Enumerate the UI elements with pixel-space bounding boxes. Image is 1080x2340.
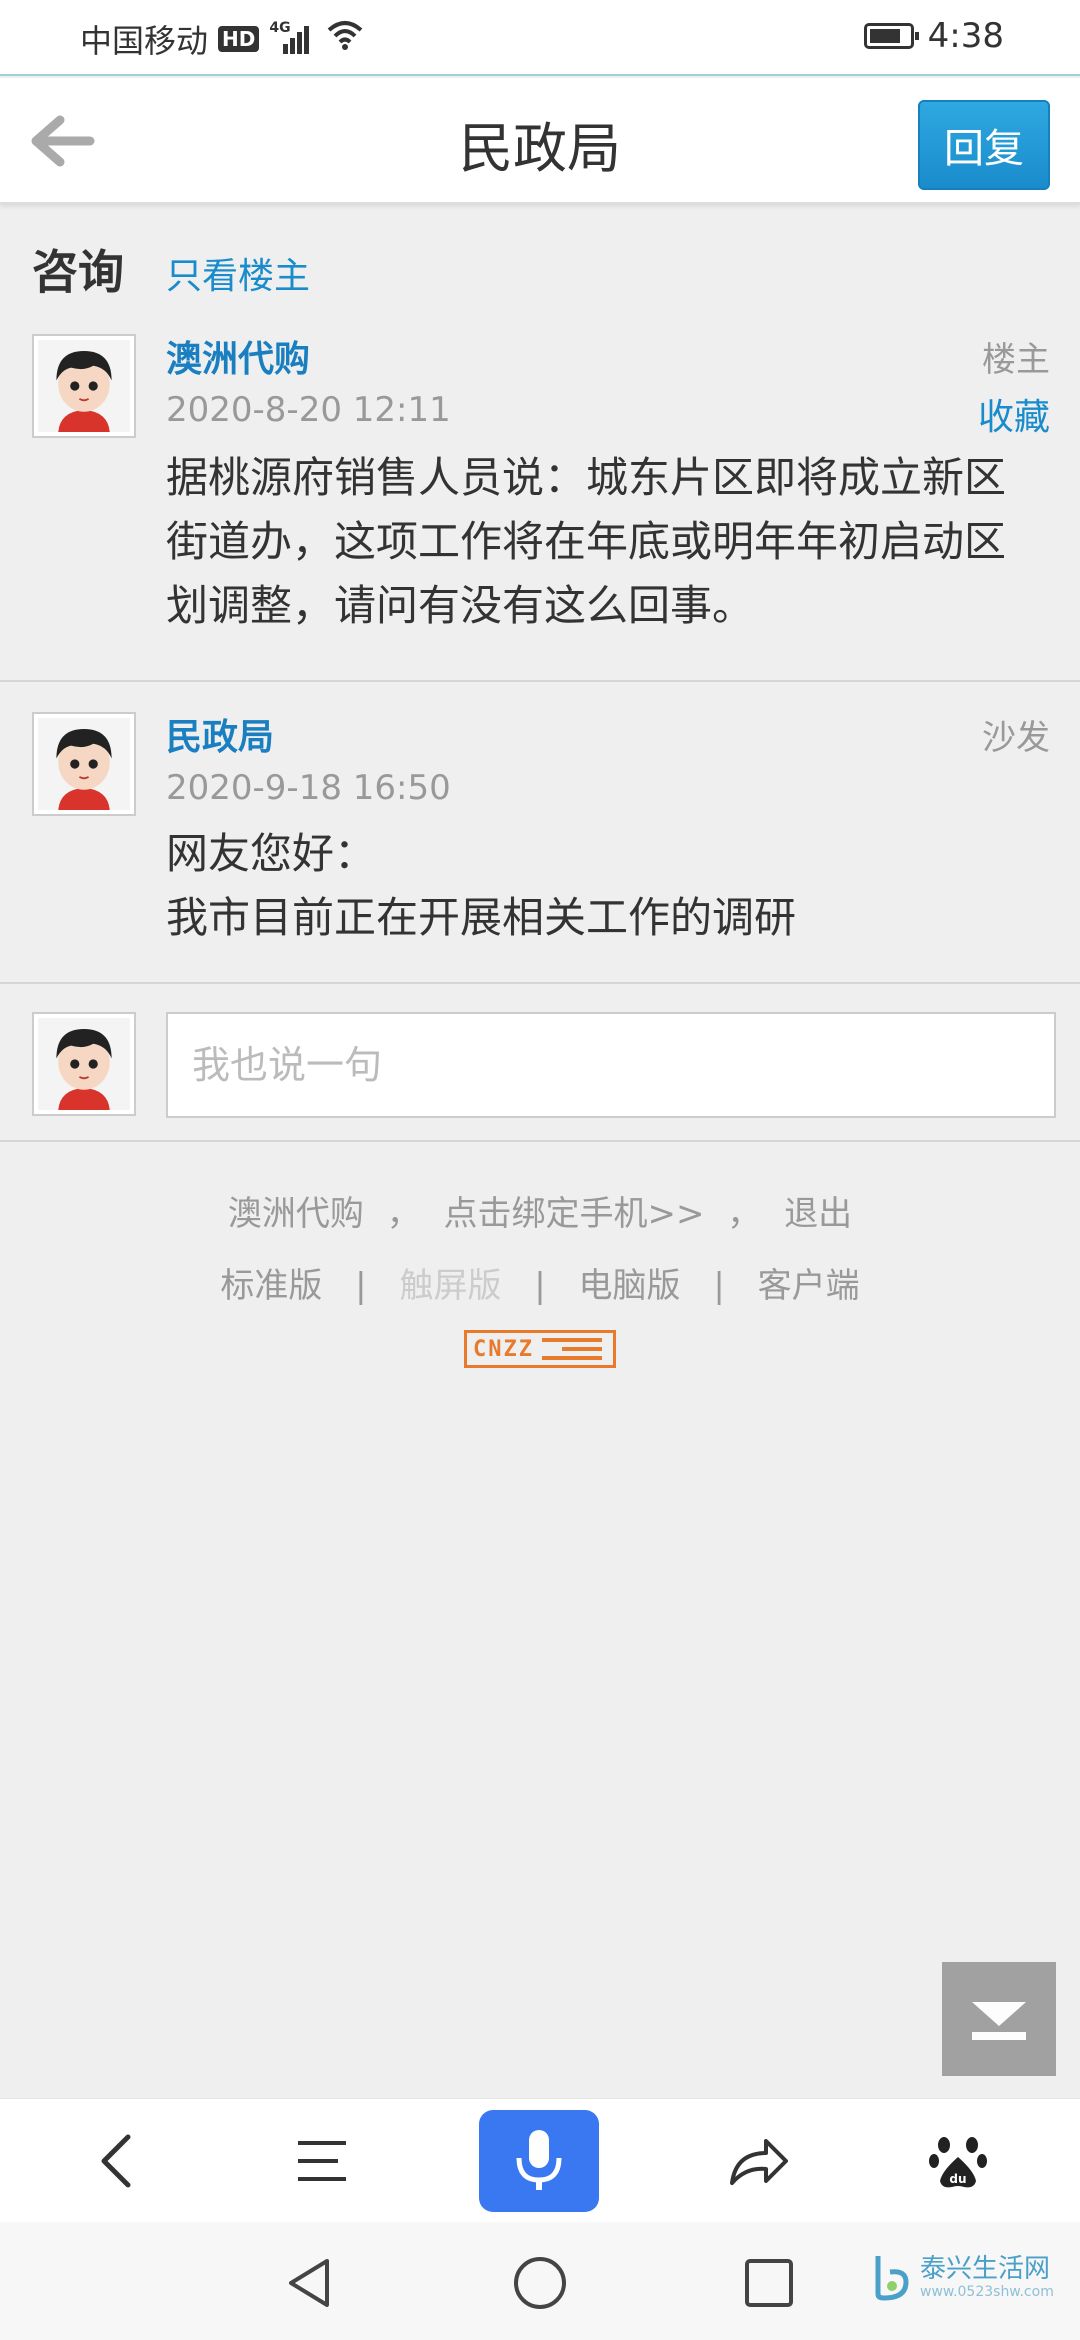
toolbar-menu-button[interactable] (274, 2113, 370, 2209)
back-icon (101, 2134, 131, 2188)
square-recents-icon (745, 2259, 793, 2307)
nav-recents-button[interactable] (734, 2248, 804, 2318)
footer-comma: ， (386, 1194, 421, 1234)
post-author[interactable]: 民政局 (166, 708, 274, 760)
logout-link[interactable]: 退出 (784, 1194, 852, 1234)
carrier-name: 中国移动 (80, 22, 209, 60)
watermark-logo-icon (875, 2256, 909, 2301)
system-nav-bar: 泰兴生活网 www.0523shw.com (0, 2222, 1080, 2340)
svg-text:du: du (949, 2172, 966, 2186)
standard-version-link[interactable]: 标准版 (220, 1266, 322, 1306)
share-icon (730, 2139, 788, 2185)
clock: 4:38 (927, 16, 1004, 56)
post-time: 2020-8-20 12:11 (166, 390, 451, 430)
thread-section-header: 咨询 只看楼主 (32, 236, 310, 302)
client-app-link[interactable]: 客户端 (758, 1266, 860, 1306)
menu-icon (298, 2141, 346, 2181)
post-floor-label: 沙发 (982, 718, 1050, 758)
browser-toolbar: du (0, 2098, 1080, 2222)
post-content: 据桃源府销售人员说：城东片区即将成立新区街道办，这项工作将在年底或明年年初启动区… (166, 453, 1007, 630)
site-watermark: 泰兴生活网 www.0523shw.com (870, 2252, 1054, 2302)
circle-home-icon (514, 2257, 566, 2309)
post-author[interactable]: 澳洲代购 (166, 330, 310, 382)
post-content-line: 网友您好： (166, 829, 377, 878)
desktop-version-link[interactable]: 电脑版 (579, 1266, 681, 1306)
network-type: 4G (269, 20, 291, 36)
user-avatar-icon (38, 340, 130, 432)
back-arrow-icon (31, 115, 95, 167)
microphone-icon (516, 2130, 562, 2190)
touch-version-label: 触屏版 (399, 1266, 502, 1306)
only-op-link[interactable]: 只看楼主 (166, 247, 310, 299)
footer-version-links: 标准版 | 触屏版 | 电脑版 | 客户端 (0, 1258, 1080, 1307)
avatar[interactable] (32, 712, 136, 816)
nav-back-button[interactable] (274, 2248, 344, 2318)
footer-user-links: 澳洲代购 ， 点击绑定手机>> ， 退出 (0, 1186, 1080, 1235)
footer-username-link[interactable]: 澳洲代购 (228, 1194, 364, 1234)
watermark-url: www.0523shw.com (920, 2284, 1054, 2300)
cnzz-badge[interactable]: CNZZ (464, 1330, 616, 1368)
post-time: 2020-9-18 16:50 (166, 768, 451, 808)
scroll-to-bottom-button[interactable] (942, 1962, 1056, 2076)
comment-input[interactable]: 我也说一句 (166, 1012, 1056, 1118)
post-content: 网友您好： 我市目前正在开展相关工作的调研 (166, 822, 1040, 950)
battery-icon (863, 23, 919, 49)
triangle-back-icon (289, 2259, 329, 2307)
post-item: 澳洲代购 楼主 2020-8-20 12:11 收藏 据桃源府销售人员说：城东片… (0, 300, 1080, 682)
bind-phone-link[interactable]: 点击绑定手机>> (444, 1194, 705, 1234)
avatar[interactable] (32, 334, 136, 438)
carrier-info: 中国移动 HD 4G (80, 16, 365, 62)
toolbar-baidu-button[interactable]: du (910, 2113, 1006, 2209)
status-right: 4:38 (863, 16, 1004, 56)
voice-search-button[interactable] (479, 2110, 599, 2212)
baidu-paw-icon: du (929, 2137, 987, 2188)
toolbar-share-button[interactable] (710, 2113, 806, 2209)
post-floor-label: 楼主 (982, 340, 1050, 380)
post-content-line: 我市目前正在开展相关工作的调研 (166, 893, 797, 942)
favorite-link[interactable]: 收藏 (978, 388, 1050, 440)
cnzz-logo-text: CNZZ (473, 1336, 534, 1362)
back-button[interactable] (20, 106, 100, 176)
footer-separator: | (355, 1266, 367, 1306)
app-header: 民政局 回复 (0, 78, 1080, 204)
footer-comma: ， (727, 1194, 762, 1234)
post-item: 民政局 沙发 2020-9-18 16:50 网友您好： 我市目前正在开展相关工… (0, 684, 1080, 984)
watermark-name: 泰兴生活网 (920, 2254, 1051, 2284)
avatar (32, 1012, 136, 1116)
user-avatar-icon (38, 1018, 130, 1110)
arrow-down-icon (972, 2002, 1026, 2040)
nav-home-button[interactable] (505, 2248, 575, 2318)
comment-row: 我也说一句 (0, 990, 1080, 1142)
toolbar-back-button[interactable] (72, 2113, 168, 2209)
section-title: 咨询 (32, 245, 124, 299)
footer-separator: | (713, 1266, 725, 1306)
signal-icon: 4G (269, 20, 315, 54)
footer-separator: | (534, 1266, 546, 1306)
reply-button[interactable]: 回复 (918, 100, 1050, 190)
hd-badge: HD (218, 26, 260, 52)
wifi-icon (325, 20, 365, 58)
user-avatar-icon (38, 718, 130, 810)
status-bar: 中国移动 HD 4G 4:38 (0, 0, 1080, 76)
cnzz-bars-icon (541, 1336, 602, 1362)
